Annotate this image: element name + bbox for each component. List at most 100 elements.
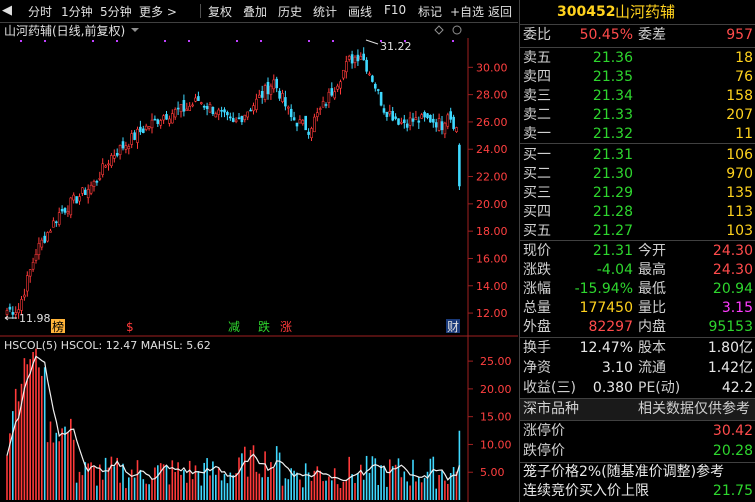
candle-body xyxy=(339,81,342,89)
candle-body xyxy=(133,132,136,140)
candle-body xyxy=(231,117,235,122)
candle-body xyxy=(272,79,276,90)
ask-row-value2: 76 xyxy=(735,69,753,85)
bid-row: 买二 21.30 970 xyxy=(520,164,755,185)
ask-row-value: 21.35 xyxy=(592,69,633,85)
stat-row-label: 外盘 xyxy=(523,319,551,335)
candle-body xyxy=(150,119,154,129)
event-marker[interactable]: 减 xyxy=(228,320,240,334)
fund-row-value: 12.47% xyxy=(579,340,633,356)
candle-body xyxy=(92,180,96,187)
stat-row-value2: 3.15 xyxy=(721,300,753,316)
candle-body xyxy=(78,196,81,202)
ask-row-value: 21.36 xyxy=(592,50,633,66)
cage-text: 笼子价格2%(随基准价调整)参考 xyxy=(523,464,725,480)
candle-body xyxy=(127,146,131,149)
fund-row: 换手 12.47% 股本 1.80亿 xyxy=(520,338,755,359)
candle-body xyxy=(327,91,331,103)
stock-name: 山河药辅 xyxy=(615,3,676,21)
candle-body xyxy=(278,90,281,99)
candle-body xyxy=(301,119,305,124)
adjust-button[interactable]: 复权 xyxy=(208,3,232,20)
chart-settings-icon[interactable] xyxy=(131,28,139,32)
quote-panel: 300452 山河药辅 委比 50.45% 委差 957 卖五 21.36 18 卖四… xyxy=(519,0,755,502)
event-marker[interactable]: 榜 xyxy=(52,319,64,334)
stat-row-value: 21.31 xyxy=(592,243,633,259)
candle-body xyxy=(266,81,270,95)
history-button[interactable]: 历史 xyxy=(278,3,302,20)
candle-body xyxy=(431,118,435,123)
stat-row-label2: 量比 xyxy=(638,300,666,316)
candle-body xyxy=(289,108,293,118)
limit-down-label: 跌停价 xyxy=(523,443,565,459)
candle-body xyxy=(202,105,206,108)
stats-button[interactable]: 统计 xyxy=(313,3,337,20)
candle-body xyxy=(185,108,189,111)
draw-button[interactable]: 画线 xyxy=(348,3,372,20)
ask-row: 卖五 21.36 18 xyxy=(520,48,755,69)
candle-body xyxy=(81,187,84,194)
candle-body xyxy=(458,144,461,187)
kline-chart[interactable]: 山河药辅(日线,前复权) 30.00 28.00 26.00 24.00 22.00 20… xyxy=(0,22,518,502)
bid-row-label: 买五 xyxy=(523,223,551,239)
candle-body xyxy=(69,197,73,216)
stat-row-value: 82297 xyxy=(588,319,633,335)
event-marker[interactable]: $ xyxy=(126,320,134,334)
f10-button[interactable]: F10 xyxy=(384,3,406,17)
limit-up-value: 30.42 xyxy=(712,423,753,439)
candle-body xyxy=(165,114,168,120)
candle-body xyxy=(269,85,273,95)
chart-toolbar: ◀ 分时 1分钟 5分钟 更多 > 复权 叠加 历史 统计 画线 F10 标记 … xyxy=(0,0,518,23)
market-row: 深市品种 相关数据仅供参考 xyxy=(520,399,755,420)
weicha-label: 委差 xyxy=(638,27,666,43)
candle-body xyxy=(400,121,403,124)
candle-body xyxy=(124,145,128,150)
candle-body xyxy=(179,104,183,113)
add-watchlist-button[interactable]: +自选 xyxy=(450,3,484,20)
stat-row: 涨跌 -4.04 最高 24.30 xyxy=(520,260,755,281)
back-arrow-icon[interactable]: ◀ xyxy=(2,3,12,18)
high-low-labels: 31.22 11.98 xyxy=(4,39,412,325)
tab-more[interactable]: 更多 > xyxy=(139,3,177,20)
return-button[interactable]: 返回 xyxy=(488,3,512,20)
bid-row-value2: 103 xyxy=(726,223,753,239)
signal-dot xyxy=(332,40,334,42)
event-marker[interactable]: 跌 xyxy=(258,319,270,334)
mark-button[interactable]: 标记 xyxy=(418,3,442,20)
signal-dot xyxy=(44,40,46,42)
candle-body xyxy=(136,128,139,143)
price-tick-label: 26.00 xyxy=(476,116,508,129)
candle-body xyxy=(130,133,133,145)
stat-row-label: 现价 xyxy=(523,243,551,259)
candle-body xyxy=(371,75,374,82)
candle-body xyxy=(284,97,287,107)
candle-body xyxy=(43,235,47,243)
diamond-icon[interactable] xyxy=(434,25,444,35)
fund-row: 收益(三) 0.380 PE(动) 42.2 xyxy=(520,378,755,399)
tab-intraday[interactable]: 分时 xyxy=(28,3,52,20)
ask-row-value2: 11 xyxy=(735,126,753,142)
tab-5min[interactable]: 5分钟 xyxy=(100,3,132,20)
candle-body xyxy=(162,115,165,121)
candle-body xyxy=(191,104,194,107)
candle-body xyxy=(11,312,15,315)
event-marker[interactable]: 财 xyxy=(447,320,459,334)
tab-1min[interactable]: 1分钟 xyxy=(61,3,93,20)
limit-up-row: 涨停价 30.42 xyxy=(520,421,755,442)
event-marker[interactable]: 涨 xyxy=(280,319,292,334)
candle-body xyxy=(240,116,244,123)
fund-row-label: 收益(三) xyxy=(523,380,576,396)
overlay-button[interactable]: 叠加 xyxy=(243,3,267,20)
candle-body xyxy=(63,208,67,213)
candle-body xyxy=(304,115,308,131)
gear-icon[interactable] xyxy=(452,25,462,35)
bid-row-label: 买四 xyxy=(523,204,551,220)
candle-body xyxy=(298,119,302,124)
bid-row-label: 买二 xyxy=(523,166,551,182)
candle-body xyxy=(310,128,313,139)
candle-body xyxy=(397,118,400,125)
stat-row-value: -15.94% xyxy=(574,281,633,297)
indicator-tick-label: 15.00 xyxy=(480,411,512,424)
candle-body xyxy=(434,122,438,128)
candle-body xyxy=(440,121,444,131)
